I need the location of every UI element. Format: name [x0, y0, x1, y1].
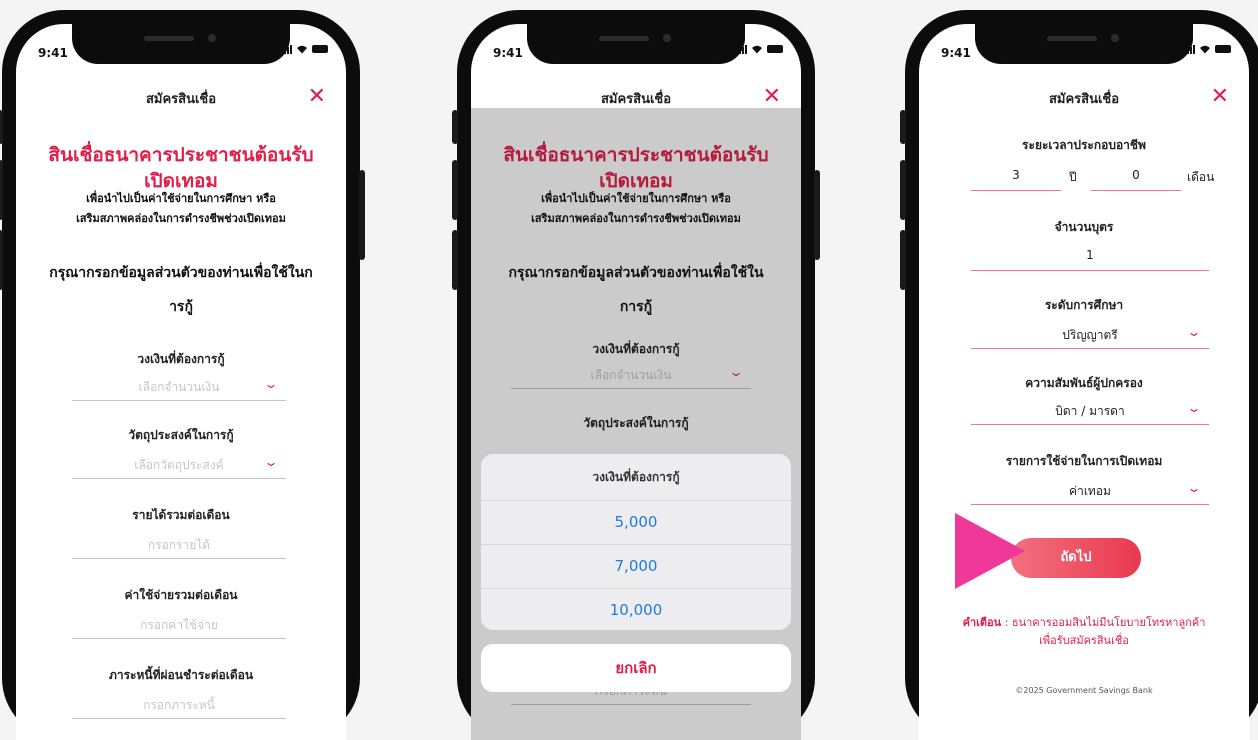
children-value: 1	[1086, 248, 1094, 262]
prompt-line2: ารกู้	[169, 299, 193, 315]
loan-amount-placeholder: เลือกจำนวนเงิน	[138, 380, 220, 394]
action-sheet-title: วงเงินที่ต้องการกู้	[481, 454, 791, 501]
wifi-icon	[297, 45, 307, 54]
amount-option-10000[interactable]: 10,000	[481, 589, 791, 630]
debt-label: ภาระหนี้ที่ผ่อนชำระต่อเดือน	[108, 668, 254, 682]
debt-placeholder: กรอกภาระหนี้	[143, 698, 215, 712]
close-icon[interactable]: ✕	[763, 84, 781, 109]
nav-title: สมัครสินเชื่อ	[1048, 92, 1120, 107]
debt-input[interactable]: กรอกภาระหนี้	[72, 692, 286, 719]
chevron-down-icon: ⌄	[1186, 481, 1202, 495]
chevron-down-icon: ⌄	[263, 377, 279, 391]
warning-prefix: คำเตือน	[962, 616, 1002, 629]
guardian-relation-select[interactable]: บิดา / มารดา ⌄	[971, 398, 1209, 425]
income-input[interactable]: กรอกรายได้	[72, 532, 286, 559]
loan-purpose-select[interactable]: เลือกวัตถุประสงค์ ⌄	[72, 452, 286, 479]
pointer-arrow-icon	[955, 513, 1025, 589]
notch	[975, 24, 1193, 64]
notch	[527, 24, 745, 64]
career-duration-label: ระยะเวลาประกอบอาชีพ	[1022, 138, 1146, 152]
phone-frame-3: 9:41 สมัครสินเชื่อ ✕ ระยะเวลาประกอบอาชีพ…	[900, 10, 1258, 740]
children-input[interactable]: 1	[971, 244, 1209, 271]
notch	[72, 24, 290, 64]
screen-amount-picker: 9:41 สมัครสินเชื่อ ✕ สินเชื่อธนาคารประชา…	[471, 24, 801, 740]
education-value: ปริญญาตรี	[1062, 328, 1118, 342]
expense-label: ค่าใช้จ่ายรวมต่อเดือน	[124, 588, 238, 602]
expense-input[interactable]: กรอกค่าใช้จ่าย	[72, 612, 286, 639]
school-expense-value: ค่าเทอม	[1069, 484, 1111, 498]
status-time: 9:41	[38, 46, 68, 60]
loan-amount-select[interactable]: เลือกจำนวนเงิน ⌄	[72, 374, 286, 401]
phone-frame-2: 9:41 สมัครสินเชื่อ ✕ สินเชื่อธนาคารประชา…	[452, 10, 820, 740]
career-years-input[interactable]: 3	[971, 164, 1061, 191]
nav-bar: สมัครสินเชื่อ ✕	[16, 84, 346, 112]
wifi-icon	[1200, 45, 1210, 54]
hero-subtitle: เพื่อนำไปเป็นค่าใช้จ่ายในการศึกษา หรือ เ…	[16, 189, 346, 229]
income-label: รายได้รวมต่อเดือน	[132, 508, 230, 522]
form-prompt: กรุณากรอกข้อมูลส่วนตัวของท่านเพื่อใช้ในก…	[16, 256, 346, 324]
chevron-down-icon: ⌄	[263, 455, 279, 469]
guardian-relation-value: บิดา / มารดา	[1055, 404, 1125, 418]
hero-title: สินเชื่อธนาคารประชาชนต้อนรับ เปิดเทอม	[16, 142, 346, 194]
close-icon[interactable]: ✕	[1211, 84, 1229, 109]
nav-title: สมัครสินเชื่อ	[145, 92, 217, 107]
loan-amount-label: วงเงินที่ต้องการกู้	[137, 352, 225, 366]
education-label: ระดับการศึกษา	[1044, 298, 1124, 312]
career-months-input[interactable]: 0	[1091, 164, 1181, 191]
income-placeholder: กรอกรายได้	[147, 538, 211, 552]
status-time: 9:41	[493, 46, 523, 60]
hero-title-line1: สินเชื่อธนาคารประชาชนต้อนรับ	[48, 144, 314, 166]
hero-subtitle-line1: เพื่อนำไปเป็นค่าใช้จ่ายในการศึกษา หรือ	[86, 192, 276, 205]
amount-action-sheet: วงเงินที่ต้องการกู้ 5,000 7,000 10,000	[481, 454, 791, 630]
school-expense-label: รายการใช้จ่ายในการเปิดเทอม	[1005, 454, 1163, 468]
battery-icon	[312, 45, 328, 53]
education-select[interactable]: ปริญญาตรี ⌄	[971, 322, 1209, 349]
screen-loan-form: 9:41 สมัครสินเชื่อ ✕ สินเชื่อธนาคารประชา…	[16, 24, 346, 740]
children-label: จำนวนบุตร	[1054, 220, 1114, 234]
years-unit: ปี	[1069, 170, 1077, 184]
amount-option-7000[interactable]: 7,000	[481, 545, 791, 589]
chevron-down-icon: ⌄	[1186, 401, 1202, 415]
next-button[interactable]: ถัดไป	[1011, 538, 1141, 578]
copyright-footer: ©2025 Government Savings Bank	[1015, 686, 1153, 695]
status-time: 9:41	[941, 46, 971, 60]
guardian-relation-label: ความสัมพันธ์ผู้ปกครอง	[1025, 376, 1143, 390]
expense-placeholder: กรอกค่าใช้จ่าย	[140, 618, 218, 632]
battery-icon	[767, 45, 783, 53]
prompt-line1: กรุณากรอกข้อมูลส่วนตัวของท่านเพื่อใช้ในก	[49, 265, 313, 281]
hero-subtitle-line2: เสริมสภาพคล่องในการดำรงชีพช่วงเปิดเทอม	[76, 212, 286, 225]
chevron-down-icon: ⌄	[1186, 325, 1202, 339]
screen-personal-info: 9:41 สมัครสินเชื่อ ✕ ระยะเวลาประกอบอาชีพ…	[919, 24, 1249, 740]
amount-option-5000[interactable]: 5,000	[481, 501, 791, 545]
career-months-value: 0	[1132, 168, 1140, 182]
warning-text: : ธนาคารออมสินไม่มีนโยบายโทรหาลูกค้า	[1004, 616, 1206, 629]
phone-frame-1: 9:41 สมัครสินเชื่อ ✕ สินเชื่อธนาคารประชา…	[0, 10, 365, 740]
career-years-value: 3	[1012, 168, 1020, 182]
loan-purpose-placeholder: เลือกวัตถุประสงค์	[134, 458, 224, 472]
months-unit: เดือน	[1187, 170, 1215, 184]
cancel-button[interactable]: ยกเลิก	[481, 644, 791, 692]
close-icon[interactable]: ✕	[308, 84, 326, 109]
wifi-icon	[752, 45, 762, 54]
nav-bar: สมัครสินเชื่อ ✕	[919, 84, 1249, 112]
warning-text-line2: เพื่อรับสมัครสินเชื่อ	[1039, 634, 1129, 647]
battery-icon	[1215, 45, 1231, 53]
school-expense-select[interactable]: ค่าเทอม ⌄	[971, 478, 1209, 505]
warning-notice: คำเตือน : ธนาคารออมสินไม่มีนโยบายโทรหาลู…	[927, 614, 1241, 650]
nav-title: สมัครสินเชื่อ	[600, 92, 672, 107]
loan-purpose-label: วัตถุประสงค์ในการกู้	[128, 428, 234, 442]
